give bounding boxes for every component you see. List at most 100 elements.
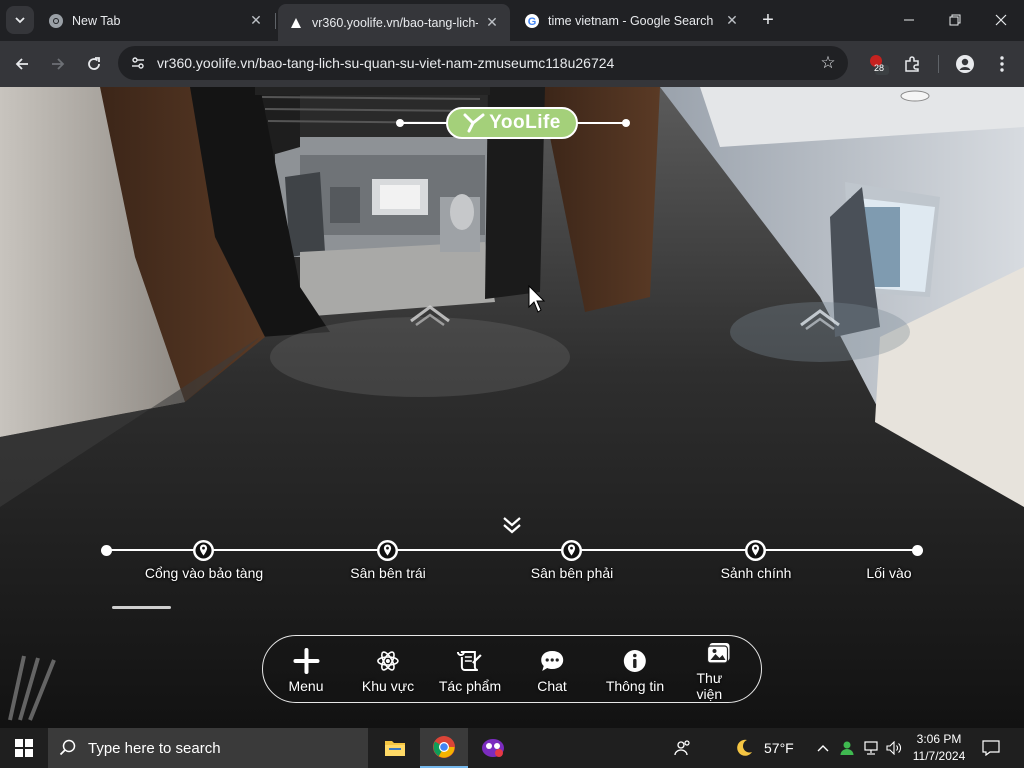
start-button[interactable] [0, 728, 48, 768]
scene-label[interactable]: Sảnh chính [721, 565, 792, 581]
show-hidden-icons-button[interactable] [812, 728, 834, 768]
thu-vien-button[interactable]: Thư viện [697, 636, 740, 704]
menu-item-label: Chat [537, 677, 567, 694]
bookmark-star-icon[interactable]: ☆ [818, 53, 838, 73]
weather-button[interactable] [726, 728, 762, 768]
notification-icon [982, 740, 1000, 756]
map-pin-icon [561, 540, 582, 561]
browser-toolbar: vr360.yoolife.vn/bao-tang-lich-su-quan-s… [0, 41, 1024, 87]
tab-search-button[interactable] [6, 6, 34, 34]
tab-yoolife[interactable]: vr360.yoolife.vn/bao-tang-lich-s ✕ [278, 4, 510, 41]
network-tray[interactable] [860, 728, 882, 768]
extension-button[interactable]: 28 [862, 48, 894, 80]
weather-temperature[interactable]: 57°F [764, 740, 794, 756]
tab-title: vr360.yoolife.vn/bao-tang-lich-s [312, 15, 478, 30]
file-explorer-button[interactable] [371, 728, 419, 768]
taskbar-clock[interactable]: 3:06 PM 11/7/2024 [906, 731, 972, 765]
search-placeholder: Type here to search [88, 739, 221, 757]
move-forward-hotspot-icon[interactable] [408, 301, 452, 327]
menu-button[interactable]: Menu [288, 636, 324, 704]
thong-tin-button[interactable]: Thông tin [606, 636, 664, 704]
site-info-icon[interactable] [122, 46, 154, 80]
arrow-right-icon [52, 58, 65, 70]
map-pin-icon [193, 540, 214, 561]
close-tab-icon[interactable]: ✕ [724, 12, 740, 29]
scene-label[interactable]: Cổng vào bảo tàng [145, 565, 263, 581]
svg-text:G: G [528, 16, 537, 28]
khu-vuc-button[interactable]: Khu vực [362, 636, 414, 704]
tab-new-tab[interactable]: New Tab ✕ [38, 4, 274, 37]
tac-pham-button[interactable]: Tác phẩm [439, 636, 501, 704]
gallery-icon [705, 639, 731, 667]
chrome-taskbar-button[interactable] [420, 728, 468, 768]
scroll-icon [457, 647, 483, 675]
scene-label[interactable]: Sân bên trái [350, 565, 426, 581]
atom-icon [376, 647, 400, 675]
search-icon [48, 739, 88, 757]
notifications-button[interactable] [976, 728, 1006, 768]
scene-scroll-indicator[interactable] [112, 606, 171, 609]
user-green-icon [840, 741, 854, 755]
close-icon [995, 14, 1007, 26]
forward-button[interactable] [42, 48, 74, 80]
extensions-button[interactable] [896, 48, 928, 80]
close-tab-icon[interactable]: ✕ [484, 14, 500, 31]
clock-date: 11/7/2024 [912, 749, 966, 763]
back-button[interactable] [6, 48, 38, 80]
plus-icon [293, 647, 319, 675]
map-pin-icon [745, 540, 766, 561]
menu-item-label: Thông tin [605, 677, 665, 694]
reload-button[interactable] [78, 48, 110, 80]
scene-marker-cong-vao[interactable] [192, 539, 215, 567]
arrow-left-icon [15, 58, 28, 70]
close-window-button[interactable] [978, 0, 1024, 40]
map-pin-icon [377, 540, 398, 561]
scene-timeline-line [106, 549, 918, 551]
move-right-corridor-hotspot-icon[interactable] [798, 305, 842, 331]
chrome-icon [48, 13, 64, 29]
chat-button[interactable]: Chat [537, 636, 567, 704]
chrome-menu-button[interactable] [986, 48, 1018, 80]
address-bar[interactable]: vr360.yoolife.vn/bao-tang-lich-su-quan-s… [118, 46, 848, 80]
new-tab-button[interactable]: + [756, 8, 780, 32]
scene-marker-san-ben-trai[interactable] [376, 539, 399, 567]
restore-button[interactable] [932, 0, 978, 40]
collapse-chevron-icon[interactable] [500, 515, 524, 535]
scene-label[interactable]: Sân bên phải [531, 565, 614, 581]
minimize-button[interactable] [886, 0, 932, 40]
panorama-viewport[interactable]: YooLife Cổng vào bảo tàng Sân bên trái S… [0, 87, 1024, 728]
scene-label[interactable]: Lối vào [866, 565, 911, 581]
profile-button[interactable] [949, 48, 981, 80]
chevron-down-icon [15, 17, 25, 24]
mask-app-icon [482, 739, 504, 757]
tab-strip: New Tab ✕ vr360.yoolife.vn/bao-tang-lich… [0, 0, 1024, 41]
user-status-tray[interactable] [836, 728, 858, 768]
tab-google-search[interactable]: G time vietnam - Google Search ✕ [514, 4, 750, 37]
windows-logo-icon [15, 739, 33, 757]
extension-badge-count: 28 [874, 63, 885, 73]
menu-item-label: Tác phẩm [438, 677, 502, 694]
moon-icon [737, 739, 752, 756]
minimize-icon [904, 19, 914, 21]
plus-icon: + [762, 8, 774, 31]
scene-marker-sanh-chinh[interactable] [744, 539, 767, 567]
timeline-end-dot [912, 545, 923, 556]
yoolife-logo-banner[interactable]: YooLife [396, 107, 630, 139]
people-button[interactable] [660, 728, 706, 768]
speaker-icon [886, 741, 901, 755]
app-taskbar-button[interactable] [469, 728, 517, 768]
tab-title: time vietnam - Google Search [548, 13, 714, 28]
volume-tray[interactable] [883, 728, 905, 768]
scene-marker-san-ben-phai[interactable] [560, 539, 583, 567]
close-tab-icon[interactable]: ✕ [248, 12, 264, 29]
move-back-hotspot-icon[interactable] [2, 652, 60, 722]
taskbar-search-box[interactable]: Type here to search [48, 728, 368, 768]
url-text: vr360.yoolife.vn/bao-tang-lich-su-quan-s… [157, 55, 615, 71]
folder-icon [385, 741, 405, 756]
menu-item-label: Khu vực [361, 677, 415, 694]
kebab-menu-icon [1000, 56, 1004, 72]
clock-time: 3:06 PM [916, 732, 962, 746]
panorama-scene [0, 87, 1024, 728]
browser-chrome: New Tab ✕ vr360.yoolife.vn/bao-tang-lich… [0, 0, 1024, 87]
info-icon [623, 647, 647, 675]
